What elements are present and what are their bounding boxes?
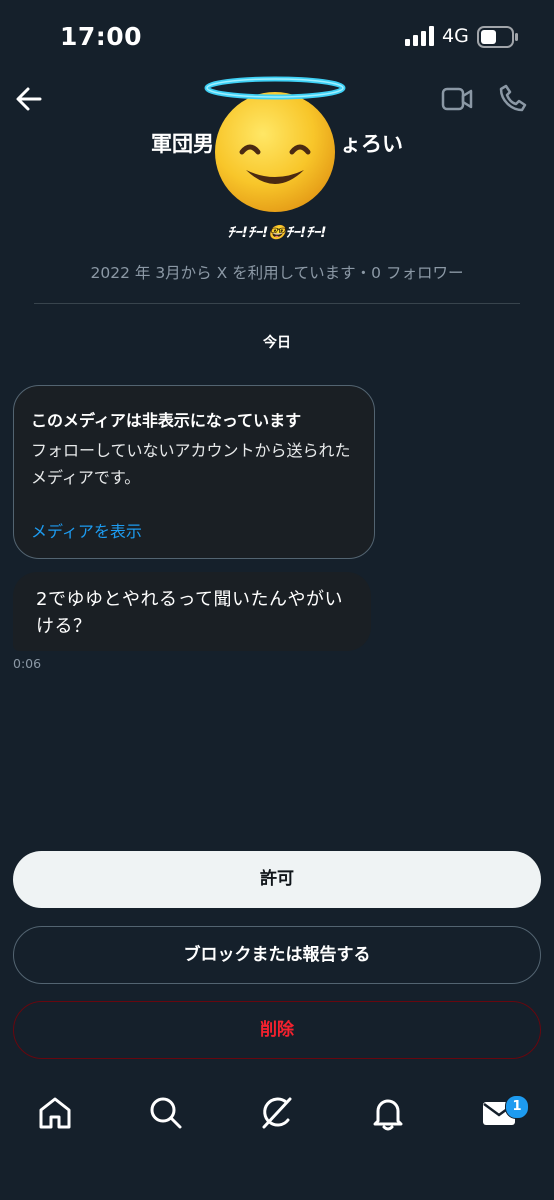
notifications-icon[interactable] bbox=[368, 1093, 408, 1133]
date-separator: 今日 bbox=[263, 335, 291, 351]
message-bubble[interactable]: 2でゆゆとやれるって聞いたんやがいける？ bbox=[13, 572, 371, 651]
battery-icon bbox=[477, 26, 518, 48]
allow-button[interactable]: 許可 bbox=[13, 851, 541, 908]
messages-badge: 1 bbox=[505, 1095, 529, 1119]
search-icon[interactable] bbox=[146, 1093, 186, 1133]
status-time: 17:00 bbox=[60, 22, 143, 51]
network-type: 4G bbox=[442, 25, 469, 47]
video-call-icon[interactable] bbox=[441, 85, 473, 113]
cellular-signal-icon bbox=[405, 26, 434, 46]
block-or-report-button[interactable]: ブロックまたは報告する bbox=[13, 926, 541, 984]
phone-call-icon[interactable] bbox=[498, 83, 528, 113]
divider bbox=[34, 303, 520, 304]
home-icon[interactable] bbox=[35, 1093, 75, 1133]
hidden-media-card: このメディアは非表示になっています フォローしていないアカウントから送られたメデ… bbox=[13, 385, 375, 559]
hidden-media-title: このメディアは非表示になっています bbox=[31, 411, 302, 430]
message-timestamp: 0:06 bbox=[13, 656, 42, 671]
show-media-link[interactable]: メディアを表示 bbox=[31, 518, 142, 542]
grok-icon[interactable] bbox=[257, 1093, 297, 1133]
hidden-media-description: フォローしていないアカウントから送られたメディアです。 bbox=[31, 441, 351, 487]
avatar[interactable] bbox=[202, 68, 348, 214]
profile-meta: 2022 年 3月から X を利用しています・0 フォロワー bbox=[90, 264, 464, 282]
back-arrow-icon[interactable] bbox=[14, 84, 44, 114]
profile-bio: ﾁｰ!ﾁｰ!🤓ﾁｰ!ﾁｰ! bbox=[227, 225, 327, 241]
delete-button[interactable]: 削除 bbox=[13, 1001, 541, 1059]
